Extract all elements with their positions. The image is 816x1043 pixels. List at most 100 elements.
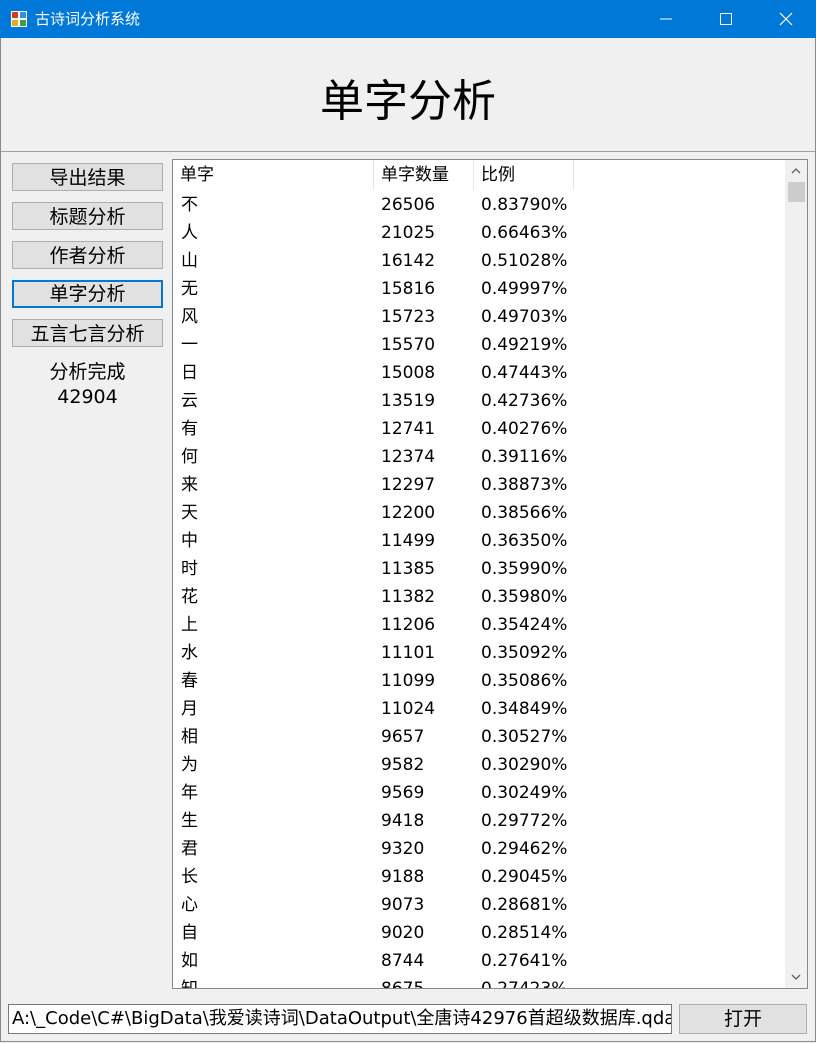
scroll-thumb[interactable] xyxy=(788,182,805,202)
cell-char: 云 xyxy=(181,391,198,411)
cell-ratio: 0.35990% xyxy=(481,559,568,579)
line-length-analysis-button[interactable]: 五言七言分析 xyxy=(12,319,163,347)
export-results-button[interactable]: 导出结果 xyxy=(12,163,163,191)
cell-char: 自 xyxy=(181,923,198,943)
cell-char: 相 xyxy=(181,727,198,747)
table-row[interactable]: 如 8744 0.27641% xyxy=(173,947,785,975)
table-row[interactable]: 来 12297 0.38873% xyxy=(173,471,785,499)
table-row[interactable]: 有 12741 0.40276% xyxy=(173,415,785,443)
cell-char: 水 xyxy=(181,643,198,663)
count-label: 42904 xyxy=(57,386,118,408)
table-row[interactable]: 时 11385 0.35990% xyxy=(173,555,785,583)
table-row[interactable]: 知 8675 0.27423% xyxy=(173,975,785,988)
table-row[interactable]: 月 11024 0.34849% xyxy=(173,695,785,723)
close-button[interactable] xyxy=(756,0,816,38)
cell-count: 16142 xyxy=(381,251,436,271)
table-row[interactable]: 山 16142 0.51028% xyxy=(173,247,785,275)
table-row[interactable]: 何 12374 0.39116% xyxy=(173,443,785,471)
cell-char: 君 xyxy=(181,839,198,859)
cell-count: 13519 xyxy=(381,391,436,411)
table-row[interactable]: 风 15723 0.49703% xyxy=(173,303,785,331)
table-row[interactable]: 心 9073 0.28681% xyxy=(173,891,785,919)
cell-count: 26506 xyxy=(381,195,436,215)
window-titlebar[interactable]: 古诗词分析系统 xyxy=(0,0,816,38)
cell-ratio: 0.40276% xyxy=(481,419,568,439)
cell-count: 12741 xyxy=(381,419,436,439)
cell-ratio: 0.39116% xyxy=(481,447,568,467)
cell-ratio: 0.30527% xyxy=(481,727,568,747)
cell-count: 11385 xyxy=(381,559,436,579)
table-row[interactable]: 年 9569 0.30249% xyxy=(173,779,785,807)
cell-ratio: 0.29045% xyxy=(481,867,568,887)
table-row[interactable]: 不 26506 0.83790% xyxy=(173,191,785,219)
char-analysis-button[interactable]: 单字分析 xyxy=(12,280,163,308)
maximize-icon xyxy=(720,13,732,25)
cell-char: 来 xyxy=(181,475,198,495)
cell-count: 11499 xyxy=(381,531,436,551)
table-row[interactable]: 无 15816 0.49997% xyxy=(173,275,785,303)
vertical-scrollbar[interactable] xyxy=(785,160,807,988)
file-path-field[interactable]: A:\_Code\C#\BigData\我爱读诗词\DataOutput\全唐诗… xyxy=(8,1004,672,1034)
table-row[interactable]: 花 11382 0.35980% xyxy=(173,583,785,611)
cell-char: 如 xyxy=(181,951,198,971)
cell-char: 花 xyxy=(181,587,198,607)
cell-ratio: 0.36350% xyxy=(481,531,568,551)
cell-ratio: 0.66463% xyxy=(481,223,568,243)
header-panel: 单字分析 xyxy=(1,38,815,152)
maximize-button[interactable] xyxy=(696,0,756,38)
table-row[interactable]: 君 9320 0.29462% xyxy=(173,835,785,863)
open-button[interactable]: 打开 xyxy=(679,1004,807,1034)
table-row[interactable]: 上 11206 0.35424% xyxy=(173,611,785,639)
title-analysis-button[interactable]: 标题分析 xyxy=(12,202,163,230)
table-row[interactable]: 春 11099 0.35086% xyxy=(173,667,785,695)
table-row[interactable]: 为 9582 0.30290% xyxy=(173,751,785,779)
cell-ratio: 0.42736% xyxy=(481,391,568,411)
cell-ratio: 0.49703% xyxy=(481,307,568,327)
column-header-char[interactable]: 单字 xyxy=(173,160,374,190)
table-row[interactable]: 自 9020 0.28514% xyxy=(173,919,785,947)
table-row[interactable]: 日 15008 0.47443% xyxy=(173,359,785,387)
cell-ratio: 0.29772% xyxy=(481,811,568,831)
cell-char: 日 xyxy=(181,363,198,383)
cell-char: 山 xyxy=(181,251,198,271)
column-header-count[interactable]: 单字数量 xyxy=(374,160,474,190)
column-header-ratio[interactable]: 比例 xyxy=(474,160,574,190)
scroll-up-button[interactable] xyxy=(785,160,807,182)
table-row[interactable]: 长 9188 0.29045% xyxy=(173,863,785,891)
table-row[interactable]: 一 15570 0.49219% xyxy=(173,331,785,359)
author-analysis-button[interactable]: 作者分析 xyxy=(12,241,163,269)
cell-count: 9569 xyxy=(381,783,425,803)
cell-ratio: 0.29462% xyxy=(481,839,568,859)
cell-char: 春 xyxy=(181,671,198,691)
page-title: 单字分析 xyxy=(320,76,496,127)
minimize-button[interactable] xyxy=(636,0,696,38)
cell-char: 心 xyxy=(181,895,198,915)
table-row[interactable]: 人 21025 0.66463% xyxy=(173,219,785,247)
app-grid-icon xyxy=(11,11,27,27)
cell-ratio: 0.30290% xyxy=(481,755,568,775)
cell-count: 15723 xyxy=(381,307,436,327)
table-row[interactable]: 中 11499 0.36350% xyxy=(173,527,785,555)
cell-ratio: 0.35092% xyxy=(481,643,568,663)
results-list-view[interactable]: 单字 单字数量 比例 不 26506 0.83790% 人 21025 0.66463% 山… xyxy=(172,159,808,989)
table-row[interactable]: 相 9657 0.30527% xyxy=(173,723,785,751)
table-row[interactable]: 水 11101 0.35092% xyxy=(173,639,785,667)
cell-count: 11206 xyxy=(381,615,436,635)
cell-ratio: 0.28514% xyxy=(481,923,568,943)
chevron-down-icon xyxy=(791,974,801,980)
table-row[interactable]: 生 9418 0.29772% xyxy=(173,807,785,835)
cell-count: 9020 xyxy=(381,923,425,943)
minimize-icon xyxy=(660,18,672,20)
cell-count: 11099 xyxy=(381,671,436,691)
cell-char: 月 xyxy=(181,699,198,719)
cell-char: 年 xyxy=(181,783,198,803)
cell-ratio: 0.47443% xyxy=(481,363,568,383)
cell-char: 无 xyxy=(181,279,198,299)
cell-char: 天 xyxy=(181,503,198,523)
cell-char: 何 xyxy=(181,447,198,467)
table-row[interactable]: 云 13519 0.42736% xyxy=(173,387,785,415)
cell-count: 11024 xyxy=(381,699,436,719)
table-row[interactable]: 天 12200 0.38566% xyxy=(173,499,785,527)
scroll-down-button[interactable] xyxy=(785,966,807,988)
cell-ratio: 0.49997% xyxy=(481,279,568,299)
